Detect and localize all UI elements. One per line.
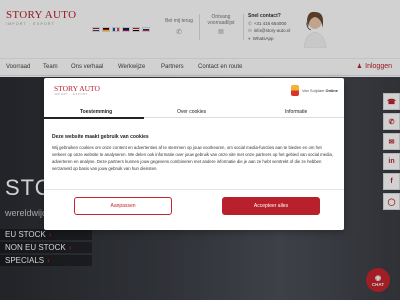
dialog-brand-logo: STORY AUTO IMPORT · EXPORT: [54, 84, 100, 96]
provider-logo: Van Suijdam Online: [291, 85, 338, 96]
cookie-title: Deze website maakt gebruik van cookies: [52, 134, 149, 140]
cookie-tabs: Toestemming Over cookies Informatie: [44, 106, 344, 119]
accept-all-button[interactable]: Accepteer alles: [222, 197, 320, 215]
dialog-brand-tagline: IMPORT · EXPORT: [54, 93, 89, 96]
provider-prefix: Van Suijdam: [302, 88, 325, 93]
provider-name: Van Suijdam Online: [302, 88, 338, 93]
dialog-brand-name: STORY AUTO: [54, 84, 100, 93]
tab-informatie[interactable]: Informatie: [285, 109, 307, 115]
tab-over-cookies[interactable]: Over cookies: [177, 109, 206, 115]
provider-suffix: Online: [325, 88, 338, 93]
active-tab-indicator: [44, 117, 144, 119]
cookie-dialog: STORY AUTO IMPORT · EXPORT Van Suijdam O…: [44, 78, 344, 230]
provider-logo-icon: [291, 85, 299, 96]
tab-toestemming[interactable]: Toestemming: [80, 109, 112, 115]
customize-button[interactable]: Aanpassen: [74, 197, 172, 215]
cookie-body: Wij gebruiken cookies om onze content en…: [52, 145, 334, 171]
divider: [44, 189, 344, 190]
